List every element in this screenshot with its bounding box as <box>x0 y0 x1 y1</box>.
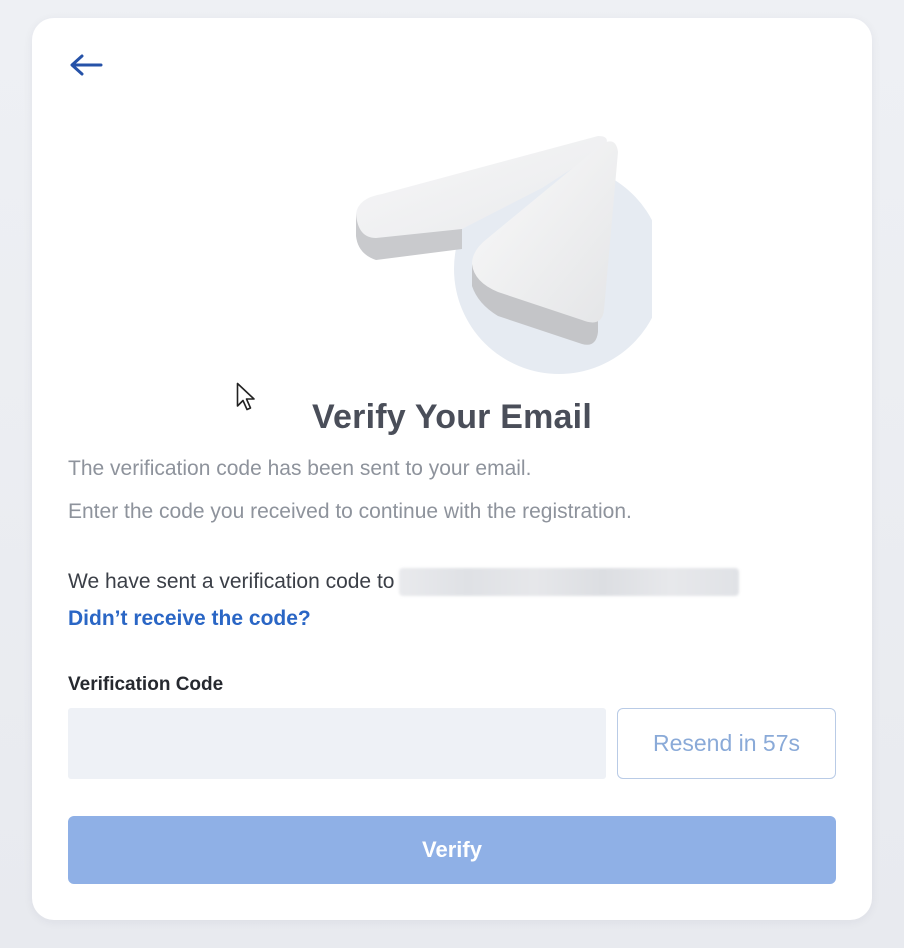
verify-button-label: Verify <box>422 837 482 862</box>
resend-code-button[interactable]: Resend in 57s <box>617 708 836 779</box>
resend-code-label: Resend in 57s <box>652 730 801 756</box>
mouse-pointer-icon <box>236 382 255 411</box>
description-line-2: Enter the code you received to continue … <box>68 500 632 523</box>
verification-code-input[interactable] <box>68 708 606 779</box>
sent-to-text: We have sent a verification code to <box>68 570 395 593</box>
sent-to-line: We have sent a verification code to <box>68 568 740 596</box>
description-line-1: The verification code has been sent to y… <box>68 457 532 480</box>
back-arrow-icon <box>70 54 103 76</box>
verification-card: Verify Your Email The verification code … <box>32 18 872 920</box>
didnt-receive-code-link[interactable]: Didn’t receive the code? <box>68 607 311 631</box>
back-button[interactable] <box>66 48 106 82</box>
paper-plane-icon <box>356 136 664 374</box>
hero-illustration <box>312 114 664 374</box>
redacted-email <box>399 568 740 596</box>
page-title: Verify Your Email <box>312 398 592 436</box>
verify-button[interactable]: Verify <box>68 816 836 884</box>
verification-code-label: Verification Code <box>68 674 224 695</box>
